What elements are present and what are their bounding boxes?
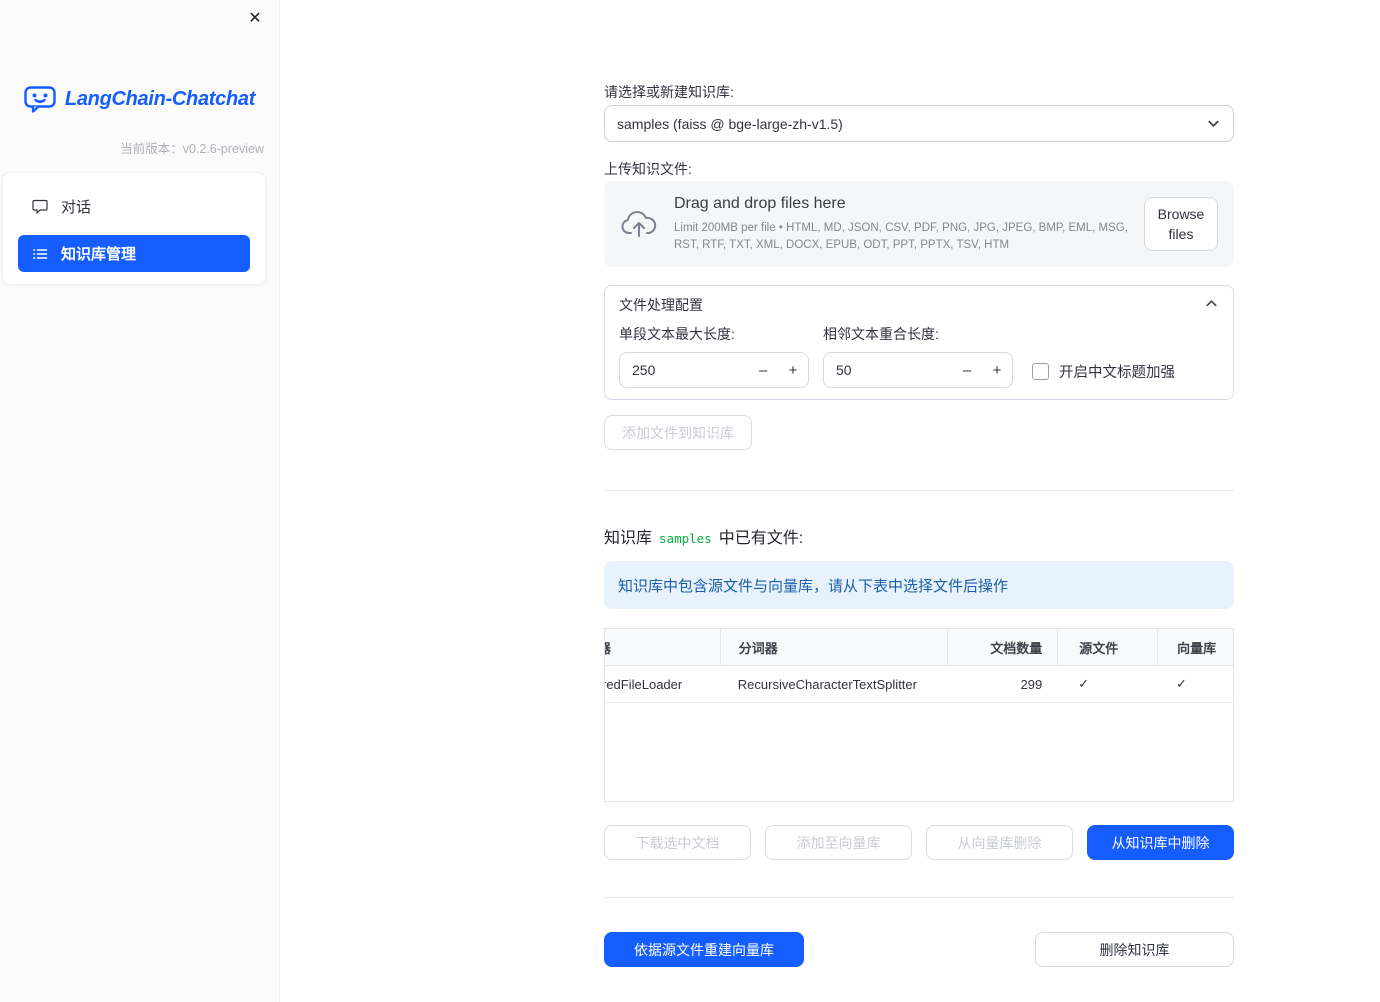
uploader-title: Drag and drop files here (674, 195, 846, 213)
upload-label: 上传知识文件: (604, 161, 692, 177)
delete-from-kb-button[interactable]: 从知识库中删除 (1087, 825, 1234, 860)
list-icon (32, 246, 48, 262)
version-value: v0.2.6-preview (182, 142, 264, 156)
sidebar: ✕ LangChain-Chatchat 当前版本：v0.2.6-preview (0, 0, 280, 1002)
uploader-text: Drag and drop files here Limit 200MB per… (674, 195, 1128, 252)
download-selected-button[interactable]: 下载选中文档 (604, 825, 751, 860)
logo-text: LangChain-Chatchat (64, 88, 256, 110)
cell-source-file-check: ✓ (1057, 666, 1157, 702)
rebuild-vector-store-button[interactable]: 依据源文件重建向量库 (604, 932, 804, 967)
overlap-input[interactable]: 50 – + (823, 352, 1013, 388)
max-length-label: 单段文本最大长度: (619, 326, 735, 342)
version-prefix: 当前版本： (120, 142, 183, 156)
delete-from-vector-store-button[interactable]: 从向量库删除 (926, 825, 1073, 860)
table-header-source-file[interactable]: 源文件 (1057, 629, 1157, 665)
header-label: 向量库 (1177, 640, 1217, 656)
zh-title-enhance-checkbox[interactable]: 开启中文标题加强 (1032, 361, 1175, 382)
heading-suffix: 中已有文件: (718, 530, 804, 547)
cell-text: 299 (1020, 676, 1043, 692)
expander-body: 单段文本最大长度: 250 – + 相邻文本重合长度: 50 – + 开启中文标… (605, 324, 1233, 399)
menu-item-label: 知识库管理 (61, 246, 137, 263)
add-files-button[interactable]: 添加文件到知识库 (604, 415, 752, 450)
file-action-buttons: 下载选中文档 添加至向量库 从向量库删除 从知识库中删除 (604, 825, 1234, 860)
check-mark: ✓ (1078, 676, 1090, 691)
uploader-limit: Limit 200MB per file • HTML, MD, JSON, C… (674, 222, 1128, 251)
table-row[interactable]: redFileLoader RecursiveCharacterTextSpli… (605, 666, 1233, 703)
files-table[interactable]: 器 分词器 文档数量 源文件 向量库 redFileLoader Recursi… (604, 628, 1234, 802)
header-label: 文档数量 (990, 640, 1043, 656)
sidebar-menu: 对话 知识库管理 (2, 172, 266, 285)
expander-title: 文件处理配置 (619, 297, 703, 313)
overlap-value: 50 (836, 362, 852, 378)
info-text: 知识库中包含源文件与向量库，请从下表中选择文件后操作 (618, 577, 1009, 595)
main-content: 请选择或新建知识库: samples (faiss @ bge-large-zh… (604, 0, 1234, 1002)
table-header-loader[interactable]: 器 (605, 629, 720, 665)
overlap-field: 相邻文本重合长度: 50 – + (823, 324, 1013, 388)
divider (604, 490, 1234, 491)
cell-splitter: RecursiveCharacterTextSplitter (720, 666, 948, 702)
cell-text: redFileLoader (605, 676, 683, 692)
heading-prefix: 知识库 (604, 530, 653, 547)
chevron-down-icon (1206, 116, 1221, 131)
check-mark: ✓ (1176, 676, 1188, 691)
overlap-label: 相邻文本重合长度: (823, 326, 939, 342)
cloud-upload-icon (620, 209, 658, 239)
delete-kb-button[interactable]: 删除知识库 (1035, 932, 1234, 967)
table-header-row: 器 分词器 文档数量 源文件 向量库 (605, 629, 1233, 666)
file-uploader-dropzone[interactable]: Drag and drop files here Limit 200MB per… (604, 181, 1234, 267)
kb-files-heading: 知识库 samples 中已有文件: (604, 524, 803, 548)
menu-item-label: 对话 (61, 198, 92, 216)
max-length-value: 250 (632, 362, 656, 378)
cell-text: RecursiveCharacterTextSplitter (737, 676, 917, 692)
decrement-button[interactable]: – (952, 353, 982, 387)
sidebar-item-dialogue[interactable]: 对话 (18, 185, 250, 227)
browse-files-button[interactable]: Browse files (1144, 196, 1218, 252)
divider (604, 897, 1234, 898)
kb-name-code: samples (659, 531, 712, 546)
sidebar-item-kb-management[interactable]: 知识库管理 (18, 235, 250, 272)
chat-logo-icon (24, 86, 56, 113)
decrement-button[interactable]: – (748, 353, 778, 387)
checkbox-icon (1032, 363, 1049, 380)
header-label: 源文件 (1079, 640, 1119, 656)
chevron-up-icon (1204, 296, 1219, 314)
cell-doc-count: 299 (947, 666, 1057, 702)
increment-button[interactable]: + (778, 353, 808, 387)
header-label: 器 (605, 638, 611, 657)
increment-button[interactable]: + (982, 353, 1012, 387)
info-box: 知识库中包含源文件与向量库，请从下表中选择文件后操作 (604, 561, 1234, 609)
max-length-field: 单段文本最大长度: 250 – + (619, 324, 809, 388)
table-header-doc-count[interactable]: 文档数量 (947, 629, 1057, 665)
cell-loader: redFileLoader (605, 666, 720, 702)
cell-vector-store-check: ✓ (1157, 666, 1233, 702)
app-logo: LangChain-Chatchat (0, 86, 279, 113)
add-to-vector-store-button[interactable]: 添加至向量库 (765, 825, 912, 860)
close-icon: ✕ (248, 10, 262, 27)
table-header-vector-store[interactable]: 向量库 (1157, 629, 1233, 665)
table-header-splitter[interactable]: 分词器 (719, 629, 948, 665)
version-label: 当前版本：v0.2.6-preview (120, 138, 264, 157)
kb-select-label: 请选择或新建知识库: (604, 84, 734, 100)
kb-selectbox-value: samples (faiss @ bge-large-zh-v1.5) (617, 115, 843, 132)
file-config-expander: 文件处理配置 单段文本最大长度: 250 – + 相邻文本重合长度: 50 – … (604, 285, 1234, 400)
header-label: 分词器 (738, 640, 778, 656)
chat-bubble-icon (32, 198, 48, 214)
expander-header[interactable]: 文件处理配置 (605, 286, 1233, 324)
checkbox-label: 开启中文标题加强 (1059, 365, 1175, 381)
app-root: ✕ LangChain-Chatchat 当前版本：v0.2.6-preview (0, 0, 1380, 1002)
sidebar-close-button[interactable]: ✕ (243, 6, 267, 30)
max-length-input[interactable]: 250 – + (619, 352, 809, 388)
kb-selectbox[interactable]: samples (faiss @ bge-large-zh-v1.5) (604, 105, 1234, 142)
